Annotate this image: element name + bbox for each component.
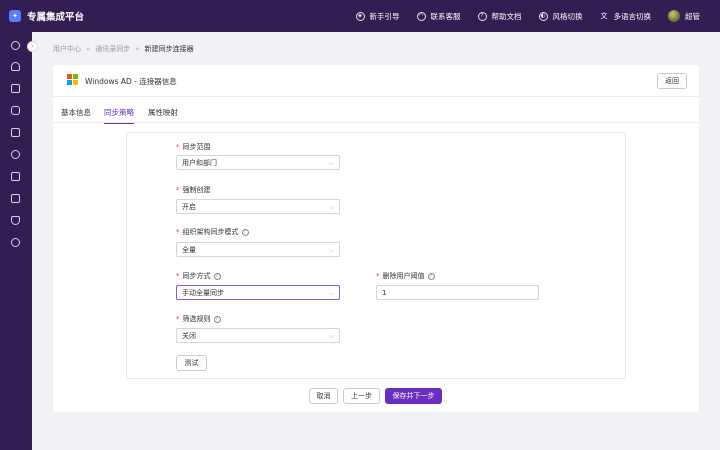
cancel-button[interactable]: 取消 bbox=[309, 388, 338, 404]
sidebar-collapse-button[interactable]: › bbox=[27, 41, 38, 52]
windows-logo-icon bbox=[67, 74, 78, 85]
help-docs-label: 帮助文档 bbox=[491, 11, 522, 21]
force-create-label: * 强制创建 bbox=[176, 186, 211, 194]
headset-icon: ◠ bbox=[416, 11, 426, 21]
question-icon[interactable]: ? bbox=[427, 272, 435, 280]
tab-bar: 基本信息 同步策略 属性映射 bbox=[53, 97, 699, 124]
sync-method-select[interactable]: 手动全量同步 ⌵ bbox=[176, 285, 340, 300]
question-icon[interactable]: ? bbox=[213, 315, 221, 323]
theme-switch-label: 风格切换 bbox=[552, 11, 583, 21]
chevron-down-icon: ⌵ bbox=[328, 159, 334, 167]
support-button[interactable]: ◠ 联系客服 bbox=[416, 11, 461, 22]
org-mode-label-text: 组织架构同步模式 bbox=[182, 228, 239, 236]
help-docs-button[interactable]: ? 帮助文档 bbox=[477, 11, 522, 22]
org-mode-label: * 组织架构同步模式? bbox=[176, 227, 249, 237]
chevron-down-icon: ⌵ bbox=[328, 246, 334, 254]
apps-icon[interactable] bbox=[11, 84, 20, 93]
sync-method-value: 手动全量同步 bbox=[182, 288, 224, 297]
link-icon[interactable] bbox=[11, 106, 20, 115]
prev-step-button[interactable]: 上一步 bbox=[343, 388, 380, 404]
translate-icon: 文 bbox=[600, 12, 608, 20]
top-actions: ◈ 新手引导 ◠ 联系客服 ? 帮助文档 ◐ 风格切换 文多语言切换 超管 bbox=[355, 0, 720, 32]
settings-icon[interactable] bbox=[11, 150, 20, 159]
guide-button[interactable]: ◈ 新手引导 bbox=[355, 11, 400, 22]
connector-card: Windows AD - 连接器信息 返回 基本信息 同步策略 属性映射 * 同步… bbox=[53, 65, 699, 412]
filter-rule-select[interactable]: 关闭 ⌵ bbox=[176, 328, 340, 343]
guide-label: 新手引导 bbox=[369, 11, 400, 21]
save-next-button[interactable]: 保存并下一步 bbox=[385, 388, 442, 404]
chevron-down-icon: ⌵ bbox=[328, 332, 334, 340]
sidebar bbox=[0, 32, 32, 450]
sync-scope-label: * 同步范围 bbox=[176, 143, 211, 151]
delete-threshold-input[interactable]: 1 bbox=[376, 285, 539, 300]
app-title: 专属集成平台 bbox=[27, 12, 85, 23]
book-icon[interactable] bbox=[11, 128, 20, 137]
compass-icon: ◈ bbox=[355, 11, 365, 21]
tab-attribute-mapping[interactable]: 属性映射 bbox=[148, 107, 178, 123]
help-icon: ? bbox=[477, 11, 487, 21]
sync-scope-value: 用户和部门 bbox=[182, 158, 217, 167]
sync-scope-label-text: 同步范围 bbox=[182, 143, 211, 151]
tab-sync-strategy[interactable]: 同步策略 bbox=[104, 107, 134, 124]
brand[interactable]: ✦ 专属集成平台 bbox=[0, 9, 84, 23]
filter-rule-label-text: 筛选规则 bbox=[182, 315, 211, 323]
question-icon[interactable]: ? bbox=[213, 272, 221, 280]
card-header: Windows AD - 连接器信息 返回 bbox=[53, 65, 699, 97]
card-title: Windows AD - 连接器信息 bbox=[85, 77, 177, 86]
breadcrumb-user-center[interactable]: 用户中心 bbox=[53, 44, 81, 54]
trophy-icon[interactable] bbox=[11, 216, 20, 225]
breadcrumb-current: 新建同步连接器 bbox=[144, 45, 194, 53]
stamp-icon[interactable] bbox=[11, 172, 20, 181]
chevron-down-icon: ⌵ bbox=[328, 203, 334, 211]
breadcrumb: 用户中心 » 通讯录同步 » 新建同步连接器 bbox=[53, 44, 194, 54]
chevron-right-icon: › bbox=[31, 43, 34, 50]
user-name: 超管 bbox=[685, 11, 700, 21]
rocket-icon[interactable] bbox=[11, 41, 20, 50]
integration-logo-icon: ✦ bbox=[9, 10, 21, 22]
breadcrumb-separator-icon: » bbox=[135, 45, 140, 53]
back-button[interactable]: 返回 bbox=[657, 73, 687, 89]
force-create-value: 开启 bbox=[182, 202, 196, 211]
sync-method-label-text: 同步方式 bbox=[182, 272, 211, 280]
sync-strategy-form: * 同步范围 用户和部门 ⌵ * 强制创建 开启 ⌵ * 组织架构同步模式? 全量 ⌵ * 同… bbox=[126, 132, 626, 379]
filter-rule-label: * 筛选规则? bbox=[176, 314, 221, 324]
org-mode-select[interactable]: 全量 ⌵ bbox=[176, 242, 340, 257]
delete-threshold-label-text: 删除用户阈值 bbox=[382, 272, 425, 280]
palette-icon: ◐ bbox=[538, 11, 548, 21]
test-button[interactable]: 测试 bbox=[176, 355, 207, 371]
org-mode-value: 全量 bbox=[182, 245, 196, 254]
plus-circle-icon[interactable] bbox=[11, 238, 20, 247]
breadcrumb-separator-icon: » bbox=[86, 45, 91, 53]
user-menu[interactable]: 超管 bbox=[668, 10, 700, 22]
force-create-select[interactable]: 开启 ⌵ bbox=[176, 199, 340, 214]
sync-scope-select[interactable]: 用户和部门 ⌵ bbox=[176, 155, 340, 170]
avatar bbox=[668, 10, 680, 22]
support-label: 联系客服 bbox=[430, 11, 461, 21]
question-icon[interactable]: ? bbox=[241, 228, 249, 236]
language-switch-label: 多语言切换 bbox=[613, 11, 652, 21]
theme-switch-button[interactable]: ◐ 风格切换 bbox=[538, 11, 583, 22]
language-switch-button[interactable]: 文多语言切换 bbox=[600, 11, 652, 22]
monitor-icon[interactable] bbox=[11, 194, 20, 203]
chevron-down-icon: ⌵ bbox=[328, 289, 334, 297]
delete-threshold-value: 1 bbox=[382, 288, 387, 297]
sync-method-label: * 同步方式? bbox=[176, 271, 221, 281]
top-bar: ✦ 专属集成平台 ◈ 新手引导 ◠ 联系客服 ? 帮助文档 ◐ 风格切换 文多语言切换 … bbox=[0, 0, 720, 32]
delete-threshold-label: * 删除用户阈值? bbox=[376, 271, 435, 281]
filter-rule-value: 关闭 bbox=[182, 331, 196, 340]
breadcrumb-directory-sync[interactable]: 通讯录同步 bbox=[95, 44, 130, 54]
force-create-label-text: 强制创建 bbox=[182, 186, 211, 194]
tab-basic-info[interactable]: 基本信息 bbox=[61, 107, 91, 123]
user-icon[interactable] bbox=[11, 62, 20, 71]
